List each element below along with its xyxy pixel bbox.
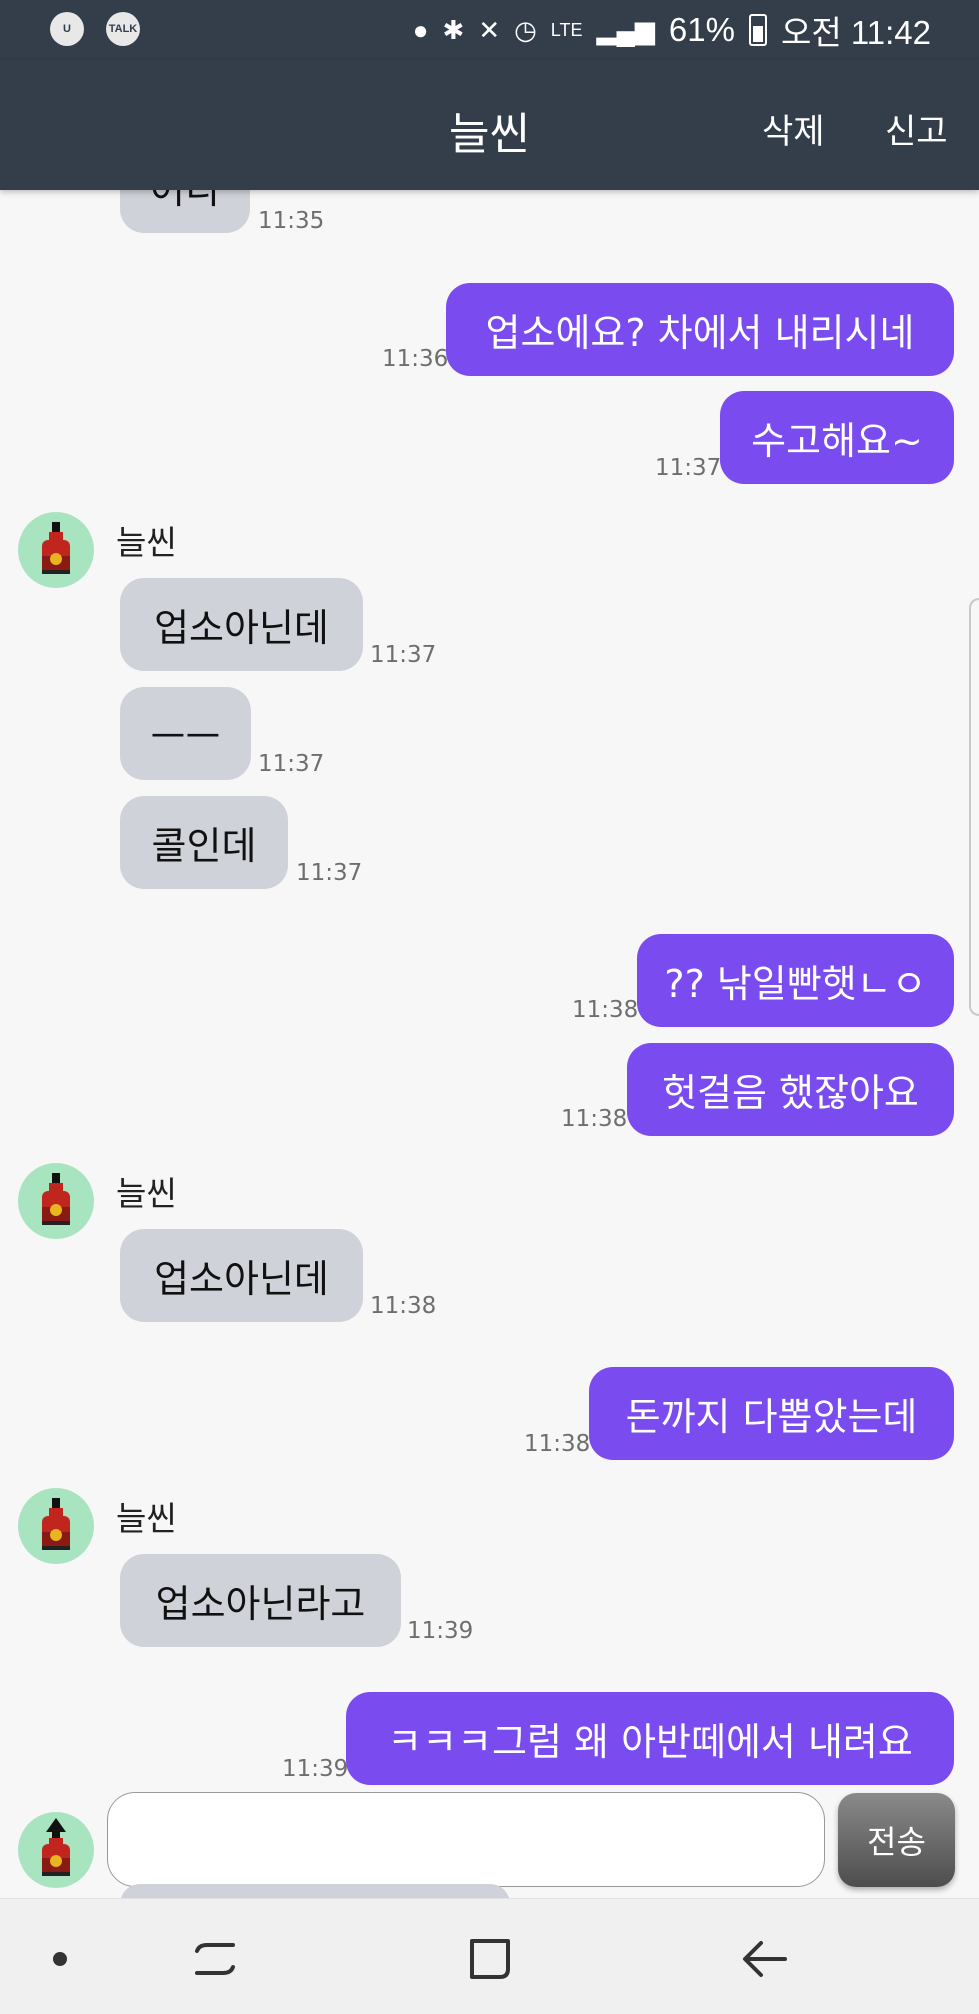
signal-icon: ▂▄▆ xyxy=(596,14,655,45)
location-icon: ● xyxy=(412,14,429,45)
battery-percent: 61% xyxy=(668,11,735,48)
recents-icon[interactable] xyxy=(185,1929,245,1989)
report-button[interactable]: 신고 xyxy=(885,104,948,153)
message-time: 11:37 xyxy=(655,455,722,481)
scroll-indicator[interactable] xyxy=(969,598,979,1016)
clock: 오전 11:42 xyxy=(780,14,931,51)
message-bubble-outgoing: ㅋㅋㅋ그럼 왜 아반떼에서 내려요 xyxy=(346,1692,954,1785)
message-time: 11:37 xyxy=(258,751,325,777)
alarm-icon: ◷ xyxy=(514,14,537,45)
message-time: 11:36 xyxy=(382,346,449,372)
message-time: 11:39 xyxy=(407,1618,474,1644)
my-avatar[interactable] xyxy=(18,1812,94,1888)
sender-name: 늘씬 xyxy=(116,1174,177,1213)
message-bubble-outgoing: 돈까지 다뽑았는데 xyxy=(589,1367,954,1460)
message-time: 11:39 xyxy=(282,1756,349,1782)
message-bubble-incoming: 업소아닌데 xyxy=(120,578,363,671)
send-button[interactable]: 전송 xyxy=(838,1793,955,1887)
message-bubble-outgoing: ?? 낚일빤햇ㄴㅇ xyxy=(637,934,954,1027)
bottle-icon xyxy=(42,522,70,574)
sender-avatar[interactable] xyxy=(18,1488,94,1564)
bottle-icon xyxy=(42,1173,70,1225)
message-bubble-incoming: ㅡㅡ xyxy=(120,687,251,780)
u-plus-icon: U xyxy=(50,12,84,46)
status-bar: U TALK ● ✱ ✕ ◷ LTE ▂▄▆ 61% 오전 11:42 xyxy=(0,0,979,60)
sender-name: 늘씬 xyxy=(116,1499,177,1538)
message-time: 11:37 xyxy=(296,860,363,886)
bluetooth-icon: ✱ xyxy=(442,14,465,45)
home-icon[interactable] xyxy=(460,1929,520,1989)
message-time: 11:35 xyxy=(258,208,325,234)
message-bubble-incoming: 업소아닌라고 xyxy=(120,1554,401,1647)
kakaotalk-icon: TALK xyxy=(106,12,140,46)
battery-icon xyxy=(748,14,767,46)
message-bubble-outgoing: 헛걸음 했잖아요 xyxy=(627,1043,954,1136)
message-time: 11:38 xyxy=(561,1106,628,1132)
network-type: LTE xyxy=(550,19,583,40)
sender-name: 늘씬 xyxy=(116,523,177,562)
sender-avatar[interactable] xyxy=(18,512,94,588)
delete-button[interactable]: 삭제 xyxy=(762,104,825,153)
app-bar: 늘씬 삭제 신고 xyxy=(0,60,979,190)
message-bubble-outgoing: 수고해요~ xyxy=(720,391,954,484)
message-time: 11:38 xyxy=(370,1293,437,1319)
bottle-icon xyxy=(42,1818,70,1876)
message-bubble-incoming: 콜인데 xyxy=(120,796,288,889)
message-input[interactable] xyxy=(107,1792,825,1887)
mute-icon: ✕ xyxy=(478,14,501,45)
sender-avatar[interactable] xyxy=(18,1163,94,1239)
message-time: 11:37 xyxy=(370,642,437,668)
back-icon[interactable] xyxy=(735,1929,795,1989)
message-time: 11:38 xyxy=(524,1431,591,1457)
navigation-bar xyxy=(0,1898,979,2014)
chat-area[interactable]: 어디 11:35 업소에요? 차에서 내리시네 11:36 수고해요~ 11:3… xyxy=(0,0,979,1900)
dot-icon[interactable] xyxy=(30,1929,90,1989)
chat-title: 늘씬 xyxy=(449,109,530,160)
bottle-icon xyxy=(42,1498,70,1550)
message-bubble-incoming: 업소아닌데 xyxy=(120,1229,363,1322)
message-time: 11:38 xyxy=(572,997,639,1023)
message-bubble-outgoing: 업소에요? 차에서 내리시네 xyxy=(446,283,954,376)
